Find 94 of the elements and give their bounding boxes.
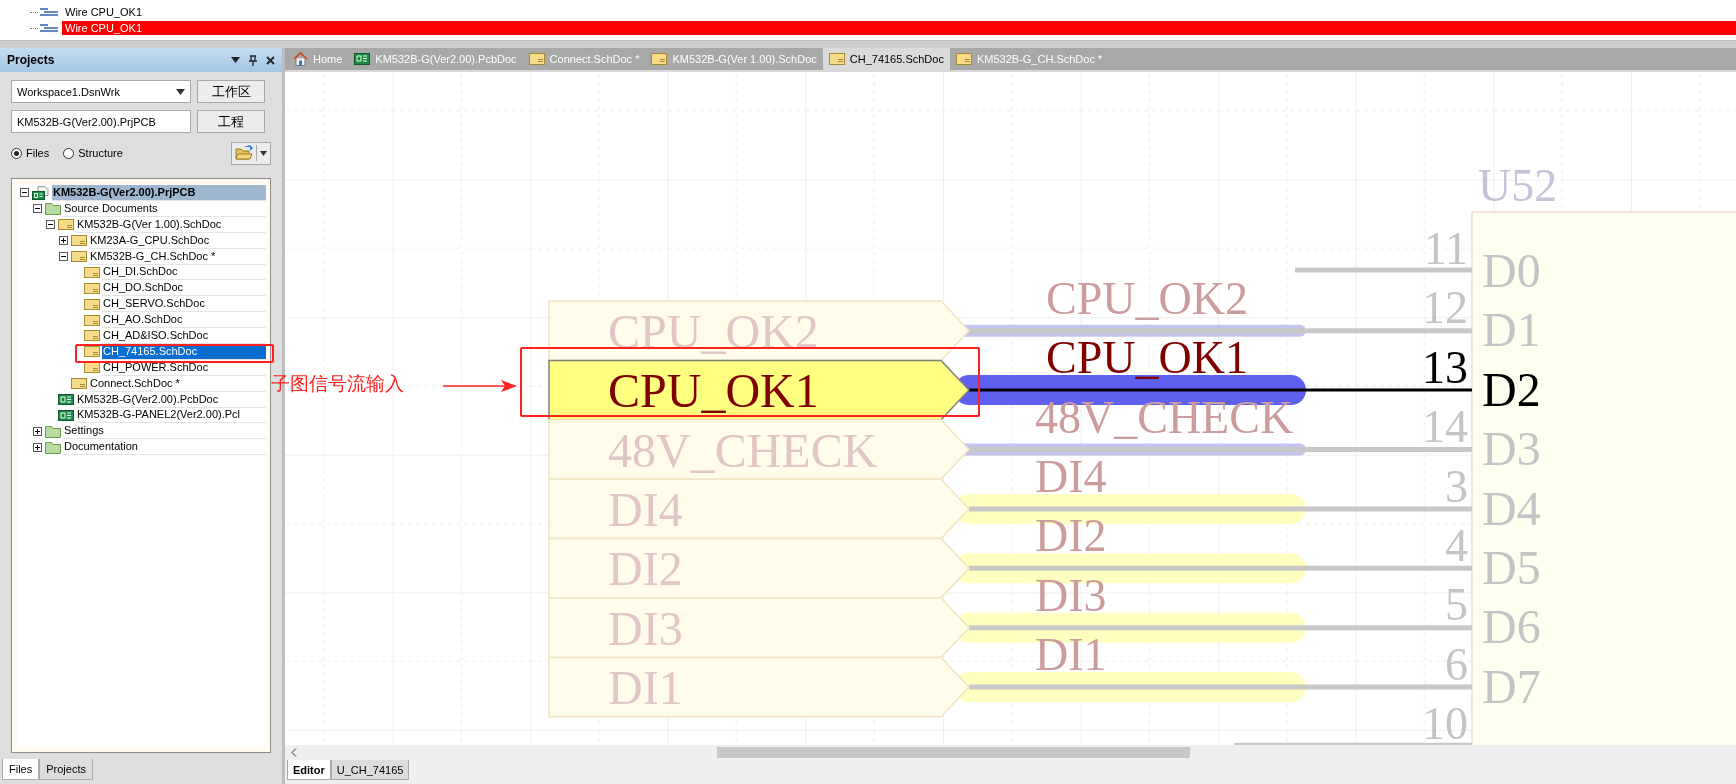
project-icon [32,185,50,200]
pin-number: 13 [1422,341,1468,393]
expander-icon[interactable] [33,426,42,436]
pin-name: D5 [1482,541,1541,594]
pin-number: 12 [1422,282,1468,334]
expander-icon[interactable] [33,204,42,214]
document-icon [651,53,668,65]
expander-icon[interactable] [46,220,55,230]
tree-item[interactable]: KM23A-G_CPU.SchDoc [89,232,266,249]
document-icon [58,218,74,232]
document-tab[interactable]: CH_74165.SchDoc [822,48,950,70]
pin-icon[interactable] [249,54,257,66]
editor-tab[interactable]: Editor [287,760,331,780]
pin-name: D1 [1482,303,1541,357]
pin-name: D0 [1482,244,1541,297]
circuit-board-icon [354,53,371,65]
dropdown-icon[interactable] [176,88,185,95]
project-button[interactable]: 工程 [197,110,265,133]
document-icon [71,377,87,391]
tree-item[interactable]: KM532B-G(Ver2.00).PrjPCB [52,184,266,201]
open-folder-button[interactable] [231,141,271,165]
tree-item[interactable]: CH_AD&ISO.SchDoc [102,327,266,344]
tree-item[interactable]: Source Documents [63,200,266,217]
pin-number: 3 [1445,460,1468,512]
scrollbar-thumb[interactable] [717,747,1190,758]
expander-icon[interactable] [59,236,68,246]
document-icon [84,361,100,375]
tree-item[interactable]: KM532B-G(Ver2.00).PcbDoc [76,391,266,408]
pin-name: D4 [1482,481,1541,535]
project-field[interactable]: KM532B-G(Ver2.00).PrjPCB [11,110,191,133]
tree-item[interactable]: CH_DI.SchDoc [102,264,266,281]
document-icon [955,53,972,65]
radio-option[interactable]: Files [11,147,50,159]
horizontal-scrollbar[interactable] [285,745,1736,760]
wire-icon [40,7,58,17]
pin-number: 10 [1422,698,1468,745]
tree-item[interactable]: KM532B-G_CH.SchDoc * [89,248,266,265]
pin-number: 11 [1423,223,1468,274]
expander-icon[interactable] [20,188,29,198]
wire[interactable] [969,388,1472,392]
workspace-dropdown[interactable]: Workspace1.DsnWrk [11,80,191,103]
circuit-board-icon [58,393,74,406]
radio-option[interactable]: Structure [63,147,123,159]
document-icon [84,345,100,359]
tree-item[interactable]: CH_POWER.SchDoc [102,359,266,376]
panel-title: Projects [7,53,55,67]
document-icon [84,313,100,327]
sheet-entry[interactable]: CPU_OK1 [548,359,971,421]
pin-name: D7 [1482,659,1541,713]
tree-item[interactable]: CH_DO.SchDoc [102,280,266,297]
close-icon[interactable] [266,55,275,65]
circuit-board-icon [58,408,74,422]
pin-number: 6 [1445,638,1468,690]
document-icon [84,281,100,295]
panel-tab[interactable]: Projects [39,759,93,780]
tree-item[interactable]: KM532B-G(Ver 1.00).SchDoc [76,216,266,233]
designator: U52 [1478,160,1558,211]
tree-item[interactable]: CH_AO.SchDoc [102,312,266,329]
workspace-button[interactable]: 工作区 [197,80,265,103]
editor-tab[interactable]: U_CH_74165 [330,760,410,780]
tree-item[interactable]: KM532B-G-PANEL2(Ver2.00).Pcl [76,407,266,424]
tree-item[interactable]: Settings [63,423,266,440]
folder-icon [45,202,61,216]
pin-name: D6 [1482,600,1541,654]
folder-icon [45,440,61,454]
document-icon [528,53,545,65]
pin-number: 5 [1445,579,1468,631]
tree-item[interactable]: CH_SERVO.SchDoc [102,296,266,313]
scroll-left-icon[interactable] [291,748,297,757]
net-label[interactable]: CPU_OK1 [1046,332,1248,384]
pin-name: D2 [1482,362,1541,416]
tree-item[interactable]: Documentation [63,439,266,456]
message-item[interactable]: Wire CPU_OK1 [62,5,146,19]
home-icon [293,52,308,66]
document-icon [84,329,100,343]
expander-icon[interactable] [33,442,42,452]
document-icon [84,297,100,311]
expander-icon[interactable] [59,252,68,261]
dropdown-icon[interactable] [231,57,240,63]
message-item[interactable]: Wire CPU_OK1 [62,21,1736,35]
panel-tab[interactable]: Files [2,759,40,780]
folder-icon [235,145,253,161]
pin-name: D3 [1482,422,1541,476]
document-icon [71,250,87,263]
annotation-text: 子图信号流输入 [271,371,404,396]
folder-icon [45,424,61,438]
tree-item[interactable]: Connect.SchDoc * [89,375,266,392]
dropdown-icon [260,150,267,156]
pin-number: 4 [1445,520,1468,571]
wire-icon [40,23,58,33]
pin-number: 14 [1422,401,1468,453]
document-icon [71,234,87,248]
document-icon [84,265,100,279]
document-icon [828,53,845,65]
